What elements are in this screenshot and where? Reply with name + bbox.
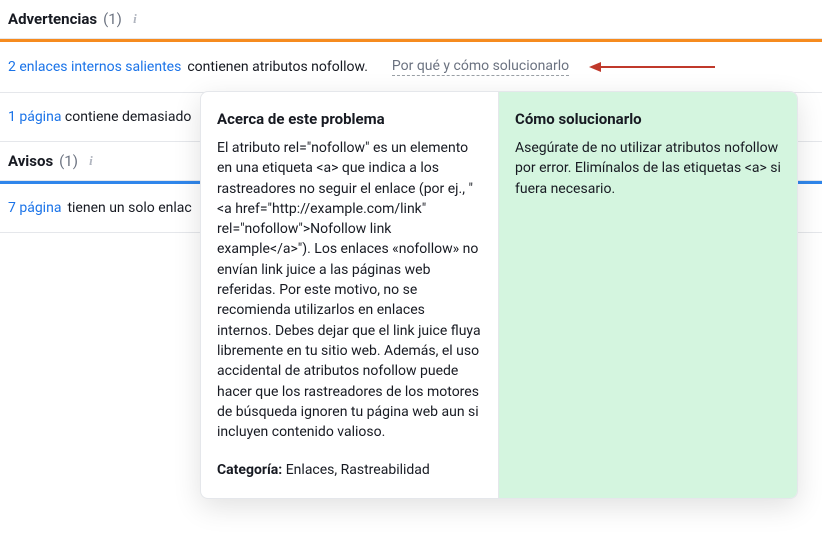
info-icon[interactable]: i: [128, 12, 142, 26]
about-title: Acerca de este problema: [217, 110, 482, 128]
why-how-link[interactable]: Por qué y cómo solucionarlo: [392, 58, 569, 76]
issue-link[interactable]: 2 enlaces internos salientes: [8, 59, 181, 75]
category-row: Categoría: Enlaces, Rastreabilidad: [217, 462, 482, 478]
info-icon[interactable]: i: [84, 154, 98, 168]
warning-issue-row-1[interactable]: 2 enlaces internos salientes contienen a…: [0, 39, 822, 93]
notices-title: Avisos: [8, 152, 53, 170]
fix-title: Cómo solucionarlo: [515, 110, 781, 128]
warnings-header: Advertencias (1) i: [0, 0, 822, 39]
about-panel: Acerca de este problema El atributo rel=…: [201, 92, 499, 498]
category-value: Enlaces, Rastreabilidad: [282, 462, 430, 478]
issue-text: contiene demasiado: [61, 109, 191, 125]
category-label: Categoría:: [217, 462, 282, 478]
about-body: El atributo rel="nofollow" es un element…: [217, 138, 482, 442]
issue-details-popover: Acerca de este problema El atributo rel=…: [200, 91, 798, 499]
fix-panel: Cómo solucionarlo Asegúrate de no utiliz…: [499, 92, 797, 498]
issue-link[interactable]: 1 página: [8, 109, 61, 125]
warnings-count: (1): [103, 10, 122, 28]
issue-link[interactable]: 7 página: [8, 200, 61, 216]
notices-count: (1): [59, 152, 78, 170]
issue-text: contienen atributos nofollow.: [187, 59, 368, 75]
fix-body: Asegúrate de no utilizar atributos nofol…: [515, 138, 781, 199]
issue-text: tienen un solo enlac: [67, 200, 191, 216]
arrow-annotation-icon: [587, 60, 717, 74]
warnings-title: Advertencias: [8, 10, 97, 28]
